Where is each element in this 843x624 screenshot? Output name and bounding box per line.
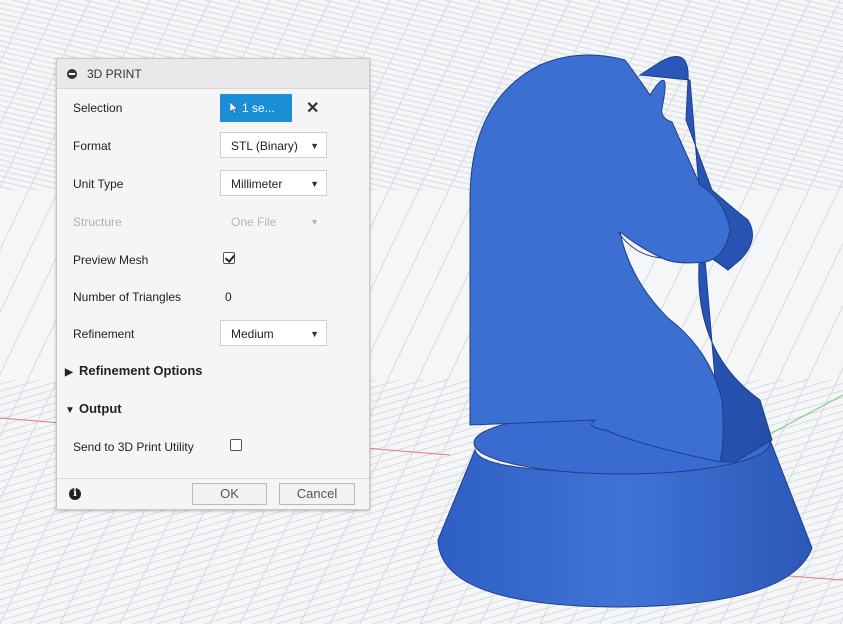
structure-row: Structure One File ▼ bbox=[57, 207, 369, 237]
structure-label: Structure bbox=[73, 215, 122, 229]
triangle-right-icon: ▶ bbox=[65, 367, 73, 378]
format-dropdown[interactable]: STL (Binary) ▼ bbox=[220, 132, 327, 158]
chevron-down-icon: ▼ bbox=[310, 329, 319, 339]
close-icon[interactable]: ✕ bbox=[306, 98, 319, 118]
refinement-value: Medium bbox=[231, 327, 274, 341]
refinement-row: Refinement Medium ▼ bbox=[57, 319, 369, 349]
unit-type-row: Unit Type Millimeter ▼ bbox=[57, 169, 369, 199]
format-label: Format bbox=[73, 139, 112, 153]
cancel-button[interactable]: Cancel bbox=[279, 483, 355, 505]
unit-type-label: Unit Type bbox=[73, 177, 124, 191]
preview-mesh-row: Preview Mesh bbox=[57, 245, 369, 275]
selection-button[interactable]: 1 se... bbox=[220, 94, 292, 122]
unit-type-value: Millimeter bbox=[231, 177, 283, 191]
send-to-print-checkbox[interactable] bbox=[230, 439, 242, 451]
selection-row: Selection 1 se... ✕ bbox=[57, 93, 369, 123]
format-row: Format STL (Binary) ▼ bbox=[57, 131, 369, 161]
cursor-arrow-icon bbox=[229, 101, 239, 114]
output-header[interactable]: ▼ Output bbox=[65, 401, 122, 416]
refinement-options-label: Refinement Options bbox=[79, 363, 203, 378]
structure-dropdown: One File ▼ bbox=[220, 208, 327, 234]
unit-type-dropdown[interactable]: Millimeter ▼ bbox=[220, 170, 327, 196]
structure-value: One File bbox=[231, 215, 277, 229]
selection-label: Selection bbox=[73, 101, 123, 115]
preview-mesh-checkbox[interactable] bbox=[223, 252, 235, 264]
dialog-footer: i OK Cancel bbox=[57, 478, 369, 509]
dialog-titlebar: 3D PRINT bbox=[57, 59, 369, 89]
dialog-title: 3D PRINT bbox=[87, 66, 142, 81]
triangle-down-icon: ▼ bbox=[65, 405, 75, 416]
chevron-down-icon: ▼ bbox=[310, 217, 319, 227]
ok-button[interactable]: OK bbox=[192, 483, 267, 505]
refinement-label: Refinement bbox=[73, 327, 135, 341]
chevron-down-icon: ▼ bbox=[310, 141, 319, 151]
preview-mesh-label: Preview Mesh bbox=[73, 253, 149, 267]
format-value: STL (Binary) bbox=[231, 139, 298, 153]
send-to-print-row: Send to 3D Print Utility bbox=[57, 432, 369, 462]
refinement-options-header[interactable]: ▶ Refinement Options bbox=[65, 363, 203, 378]
selection-count: 1 se... bbox=[242, 101, 275, 115]
3d-print-dialog: 3D PRINT Selection 1 se... ✕ Format STL … bbox=[56, 58, 370, 510]
output-label: Output bbox=[79, 401, 122, 416]
info-icon[interactable]: i bbox=[69, 488, 81, 500]
triangles-row: Number of Triangles 0 bbox=[57, 282, 369, 312]
minimize-icon[interactable] bbox=[67, 68, 77, 79]
triangles-value: 0 bbox=[225, 290, 232, 304]
refinement-dropdown[interactable]: Medium ▼ bbox=[220, 320, 327, 346]
chevron-down-icon: ▼ bbox=[310, 179, 319, 189]
send-to-print-label: Send to 3D Print Utility bbox=[73, 440, 194, 454]
triangles-label: Number of Triangles bbox=[73, 290, 182, 304]
